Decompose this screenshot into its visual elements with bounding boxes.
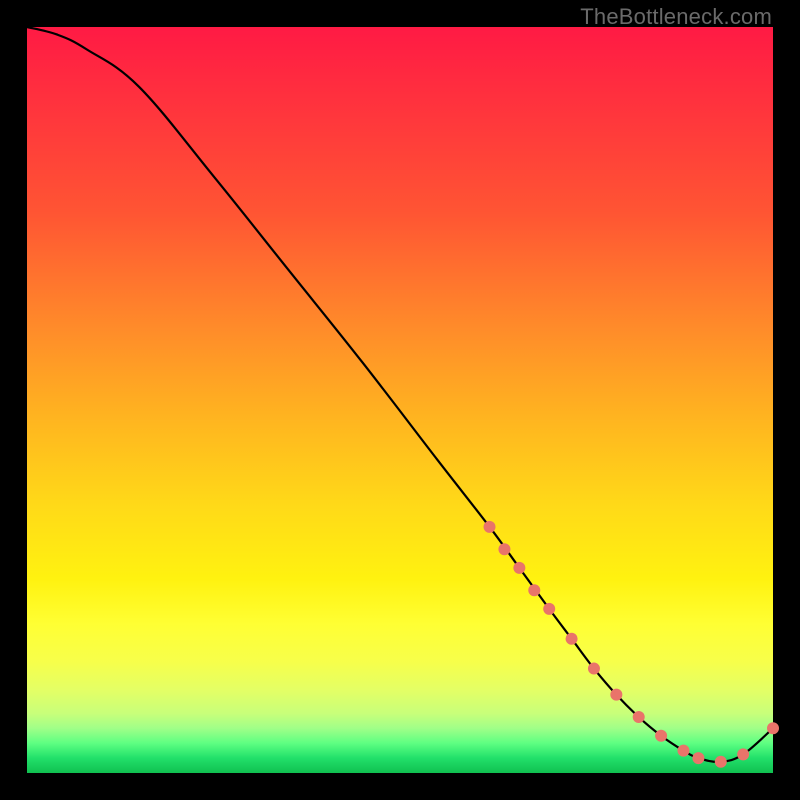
marker-dot [677,745,689,757]
marker-dot [610,689,622,701]
marker-dot [513,562,525,574]
marker-dot [566,633,578,645]
marker-dot [498,543,510,555]
chart-frame: TheBottleneck.com [0,0,800,800]
marker-dot [528,584,540,596]
marker-dot [633,711,645,723]
marker-dot [737,748,749,760]
chart-svg [27,27,773,773]
marker-dot [484,521,496,533]
marker-dot [715,756,727,768]
highlighted-points [484,521,779,768]
marker-dot [543,603,555,615]
watermark-text: TheBottleneck.com [580,4,772,30]
marker-dot [767,722,779,734]
marker-dot [692,752,704,764]
marker-dot [588,663,600,675]
marker-dot [655,730,667,742]
bottleneck-curve [27,27,773,762]
